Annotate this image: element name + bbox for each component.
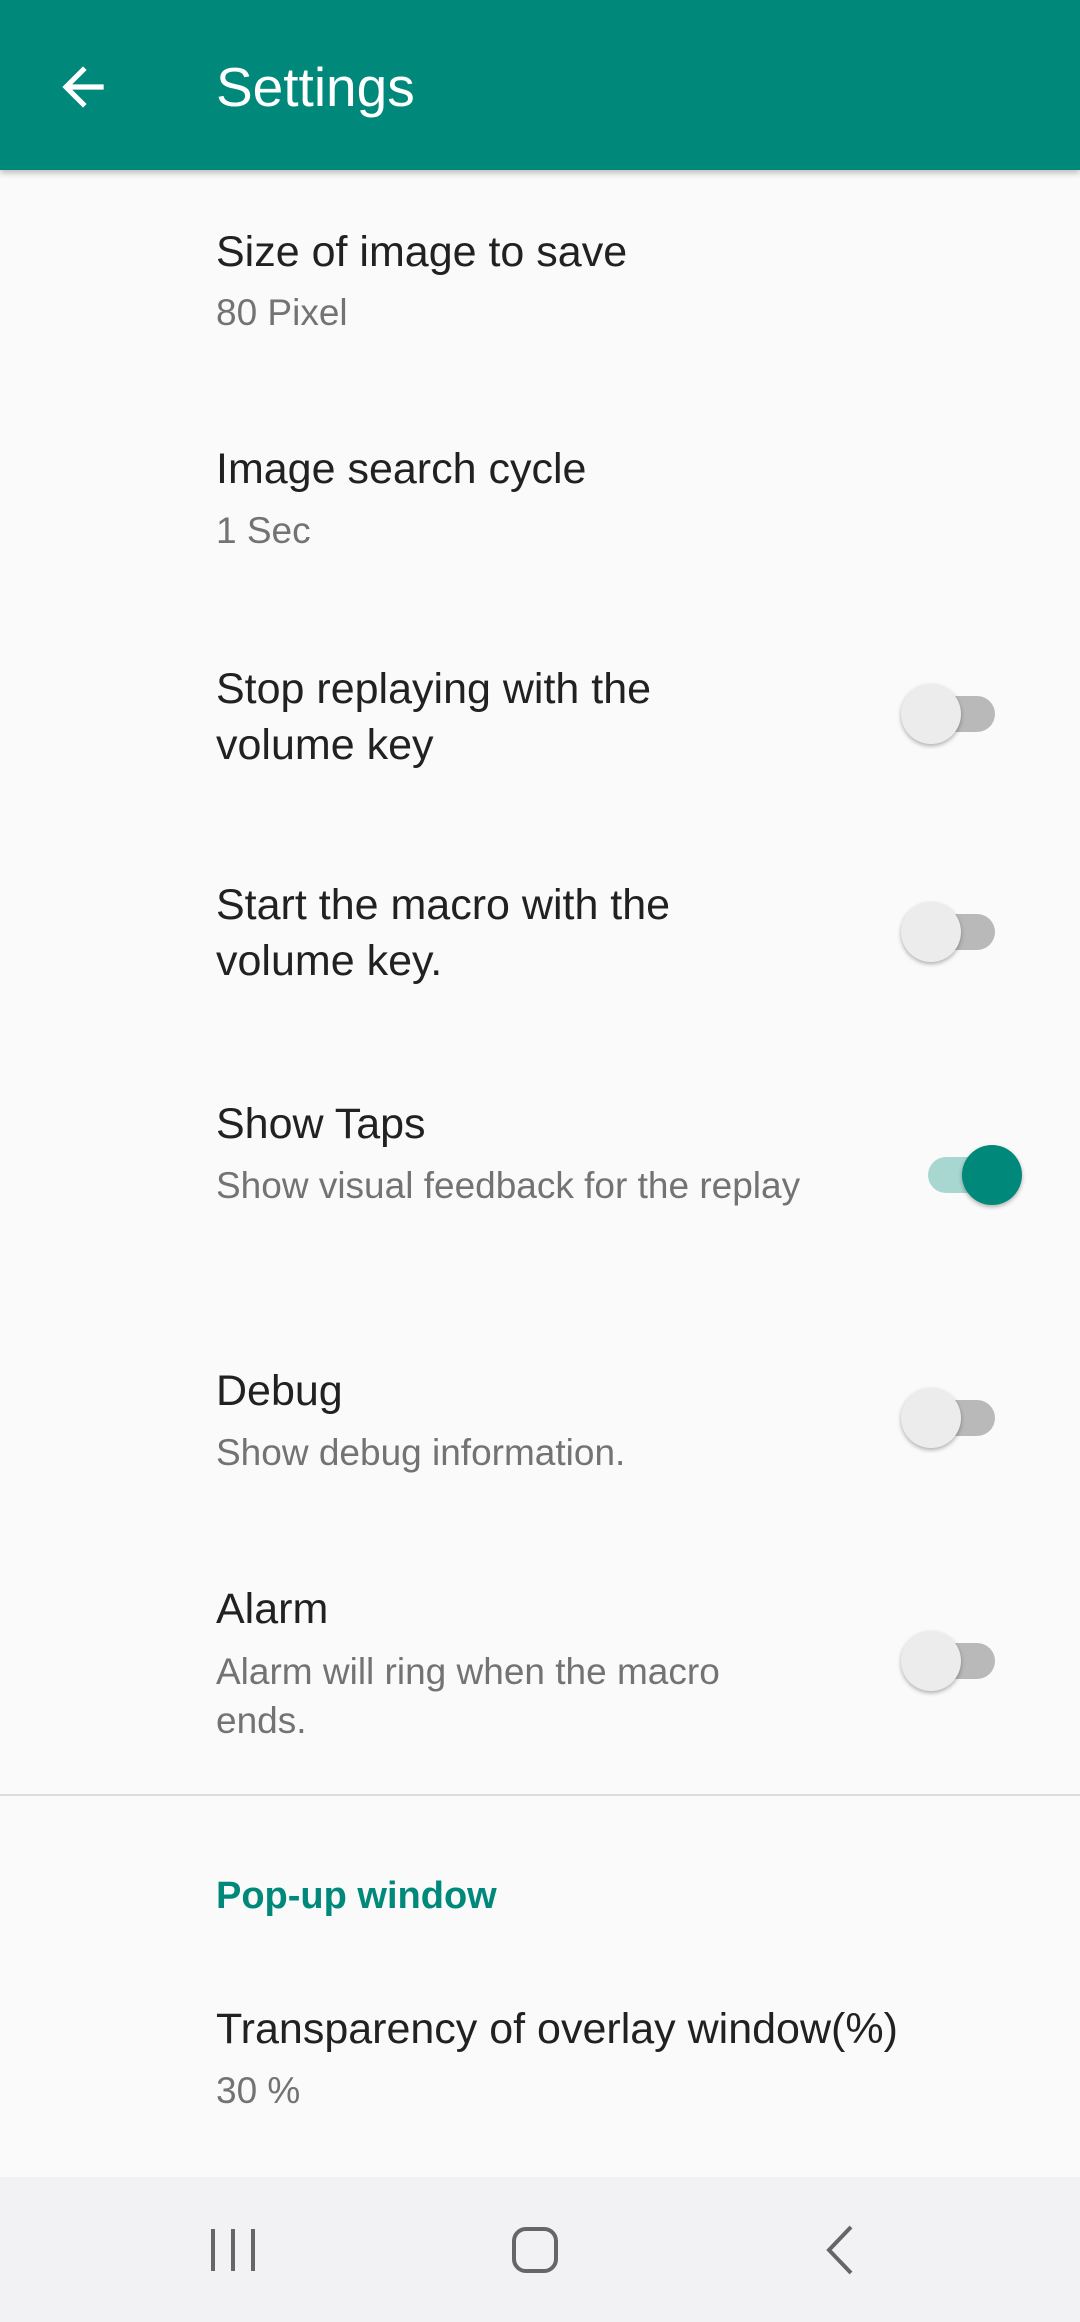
pref-summary: Show debug information. — [216, 1432, 626, 1473]
pref-summary: Alarm will ring when the macro ends. — [216, 1651, 720, 1741]
pref-title: Transparency of overlay window(%) — [216, 2005, 898, 2053]
pref-title: Debug — [216, 1367, 343, 1415]
pref-title: Alarm — [216, 1585, 329, 1633]
page-title: Settings — [216, 56, 415, 118]
home-icon[interactable] — [510, 2225, 560, 2275]
toggle-switch[interactable] — [922, 1145, 1022, 1205]
toggle-switch[interactable] — [901, 1388, 1001, 1448]
toggle-switch[interactable] — [901, 684, 1001, 744]
toggle-switch[interactable] — [901, 902, 1001, 962]
divider — [0, 1794, 1080, 1796]
pref-summary: 30 % — [216, 2070, 301, 2111]
system-nav-bar — [0, 2177, 1080, 2322]
pref-title: Show Taps — [216, 1100, 426, 1148]
category-header: Pop-up window — [216, 1875, 497, 1917]
pref-summary: 80 Pixel — [216, 292, 348, 333]
toggle-switch[interactable] — [901, 1631, 1001, 1691]
pref-title: Stop replaying with the volume key — [216, 665, 652, 769]
pref-title: Start the macro with the volume key. — [216, 881, 671, 985]
pref-summary: 1 Sec — [216, 510, 311, 551]
pref-summary: Show visual feedback for the replay — [216, 1165, 801, 1206]
app-bar: Settings — [0, 0, 1080, 170]
pref-title: Size of image to save — [216, 228, 628, 276]
pref-title: Image search cycle — [216, 445, 587, 493]
arrow-left-icon[interactable] — [52, 56, 114, 118]
back-nav-icon[interactable] — [815, 2225, 865, 2275]
recent-apps-icon[interactable] — [208, 2225, 258, 2275]
